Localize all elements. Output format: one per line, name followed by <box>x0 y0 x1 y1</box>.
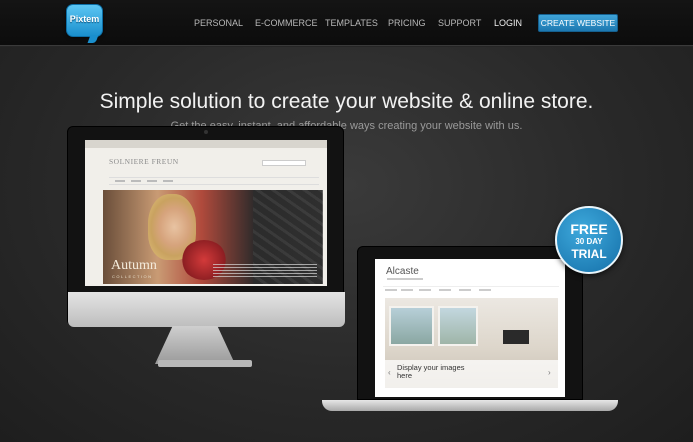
preview-site-logo: Alcaste <box>386 266 419 277</box>
top-navigation-bar: Pixtem PERSONAL E-COMMERCE TEMPLATES PRI… <box>0 0 693 46</box>
badge-line-trial: TRIAL <box>571 247 607 261</box>
nav-item-support[interactable]: SUPPORT <box>438 18 481 28</box>
banner-body-text <box>213 264 317 278</box>
free-trial-badge[interactable]: FREE 30 DAY TRIAL <box>555 206 623 274</box>
preview-search-box <box>262 160 306 166</box>
nav-item-pricing[interactable]: PRICING <box>388 18 426 28</box>
preview-site-tagline <box>387 278 423 280</box>
slider-window-photo <box>389 306 434 346</box>
slider-prev-arrow-icon: ‹ <box>388 368 391 377</box>
slider-caption: Display your images here <box>397 363 465 380</box>
preview-nav-bar <box>383 286 559 291</box>
badge-line-days: 30 DAY <box>575 237 603 246</box>
desktop-monitor-mockup: SOLNIERE FREUN Autumn COLLECTION <box>67 126 345 327</box>
preview-banner-image: Autumn COLLECTION <box>103 190 323 284</box>
webcam-dot <box>204 130 208 134</box>
create-website-button[interactable]: CREATE WEBSITE <box>538 14 618 32</box>
nav-item-login[interactable]: LOGIN <box>494 18 522 28</box>
slider-tv-photo <box>503 330 529 344</box>
preview-slider: ‹ Display your images here › <box>385 298 558 388</box>
logo-text: Pixtem <box>69 14 100 24</box>
preview-top-bar <box>85 140 327 148</box>
monitor-foot <box>158 360 252 367</box>
preview-menu-bar <box>109 177 319 185</box>
laptop-base <box>322 400 618 411</box>
monitor-chin <box>68 292 345 327</box>
nav-item-personal[interactable]: PERSONAL <box>194 18 243 28</box>
laptop-mockup: Alcaste ‹ Display your images here › <box>357 246 583 400</box>
banner-title: Autumn <box>111 258 157 273</box>
slider-window-photo <box>438 306 478 346</box>
banner-subtitle: COLLECTION <box>112 274 153 279</box>
desktop-screen-preview: SOLNIERE FREUN Autumn COLLECTION <box>85 140 327 286</box>
badge-line-free: FREE <box>570 221 608 237</box>
nav-item-templates[interactable]: TEMPLATES <box>325 18 378 28</box>
hero-headline: Simple solution to create your website &… <box>99 90 594 113</box>
nav-item-ecommerce[interactable]: E-COMMERCE <box>255 18 318 28</box>
slider-next-arrow-icon: › <box>548 368 551 377</box>
preview-site-title: SOLNIERE FREUN <box>109 157 179 166</box>
laptop-screen-preview: Alcaste ‹ Display your images here › <box>375 259 565 397</box>
pixtem-logo[interactable]: Pixtem <box>66 4 103 37</box>
